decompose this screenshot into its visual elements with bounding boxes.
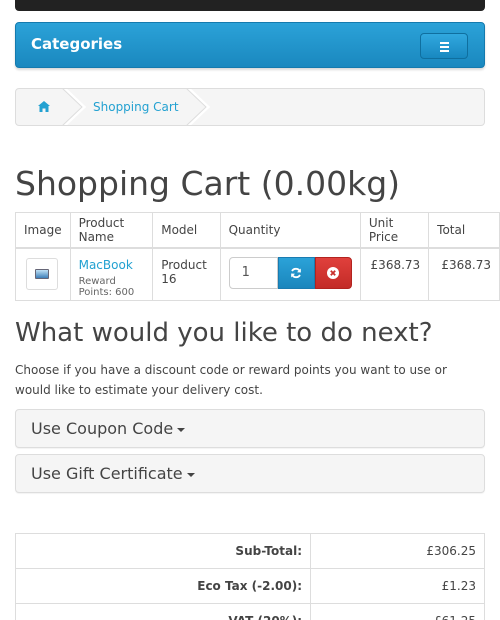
column-header-model: Model <box>152 212 221 249</box>
totals-value: £61.25 <box>310 603 485 620</box>
cart-cell-model: Product 16 <box>152 247 221 301</box>
cart-cell-image <box>15 247 71 301</box>
update-button[interactable] <box>277 256 315 289</box>
coupon-panel-toggle[interactable]: Use Coupon Code <box>15 409 485 448</box>
totals-value: £1.23 <box>310 568 485 604</box>
caret-down-icon <box>177 427 186 432</box>
remove-circle-icon <box>327 266 340 279</box>
table-row: MacBook Reward Points: 600 Product 16 1 … <box>15 247 500 301</box>
totals-label: Eco Tax (-2.00): <box>15 568 311 604</box>
gift-panel-title: Use Gift Certificate <box>31 464 195 483</box>
quantity-input[interactable] <box>228 256 278 289</box>
macbook-thumbnail <box>35 268 49 279</box>
table-row: Sub-Total: £306.25 <box>15 533 485 569</box>
remove-button[interactable] <box>314 256 352 289</box>
cart-table: Image Product Name Model Quantity Unit P… <box>15 212 500 301</box>
totals-value: £306.25 <box>310 533 485 569</box>
column-header-quantity: Quantity <box>219 212 361 249</box>
cart-cell-total: £368.73 <box>428 247 500 301</box>
coupon-panel-title: Use Coupon Code <box>31 419 186 438</box>
totals-label: VAT (20%): <box>15 603 311 620</box>
product-thumbnail[interactable] <box>26 257 58 290</box>
column-header-product-name: Product Name <box>69 212 154 249</box>
reward-points: Reward Points: 600 <box>78 275 135 298</box>
cart-cell-product: MacBook Reward Points: 600 <box>69 247 154 301</box>
totals-table: Sub-Total: £306.25 Eco Tax (-2.00): £1.2… <box>15 533 485 620</box>
quantity-group <box>228 256 352 289</box>
product-link[interactable]: MacBook <box>79 258 145 272</box>
totals-label: Sub-Total: <box>15 533 311 569</box>
refresh-icon <box>291 267 301 278</box>
table-row: Eco Tax (-2.00): £1.23 <box>15 568 485 604</box>
table-row: VAT (20%): £61.25 <box>15 603 485 620</box>
next-steps-description: Choose if you have a discount code or re… <box>15 363 447 397</box>
next-steps-title: What would you like to do next? <box>15 318 433 348</box>
column-header-unit-price: Unit Price <box>359 212 430 249</box>
cart-cell-quantity <box>219 247 361 301</box>
caret-down-icon <box>186 472 195 477</box>
cart-table-container: Image Product Name Model Quantity Unit P… <box>0 0 500 310</box>
column-header-image: Image <box>15 212 71 249</box>
column-header-total: Total <box>428 212 500 249</box>
cart-header-row: Image Product Name Model Quantity Unit P… <box>15 212 500 249</box>
gift-certificate-panel-toggle[interactable]: Use Gift Certificate <box>15 454 485 493</box>
cart-cell-unit-price: £368.73 <box>359 247 430 301</box>
